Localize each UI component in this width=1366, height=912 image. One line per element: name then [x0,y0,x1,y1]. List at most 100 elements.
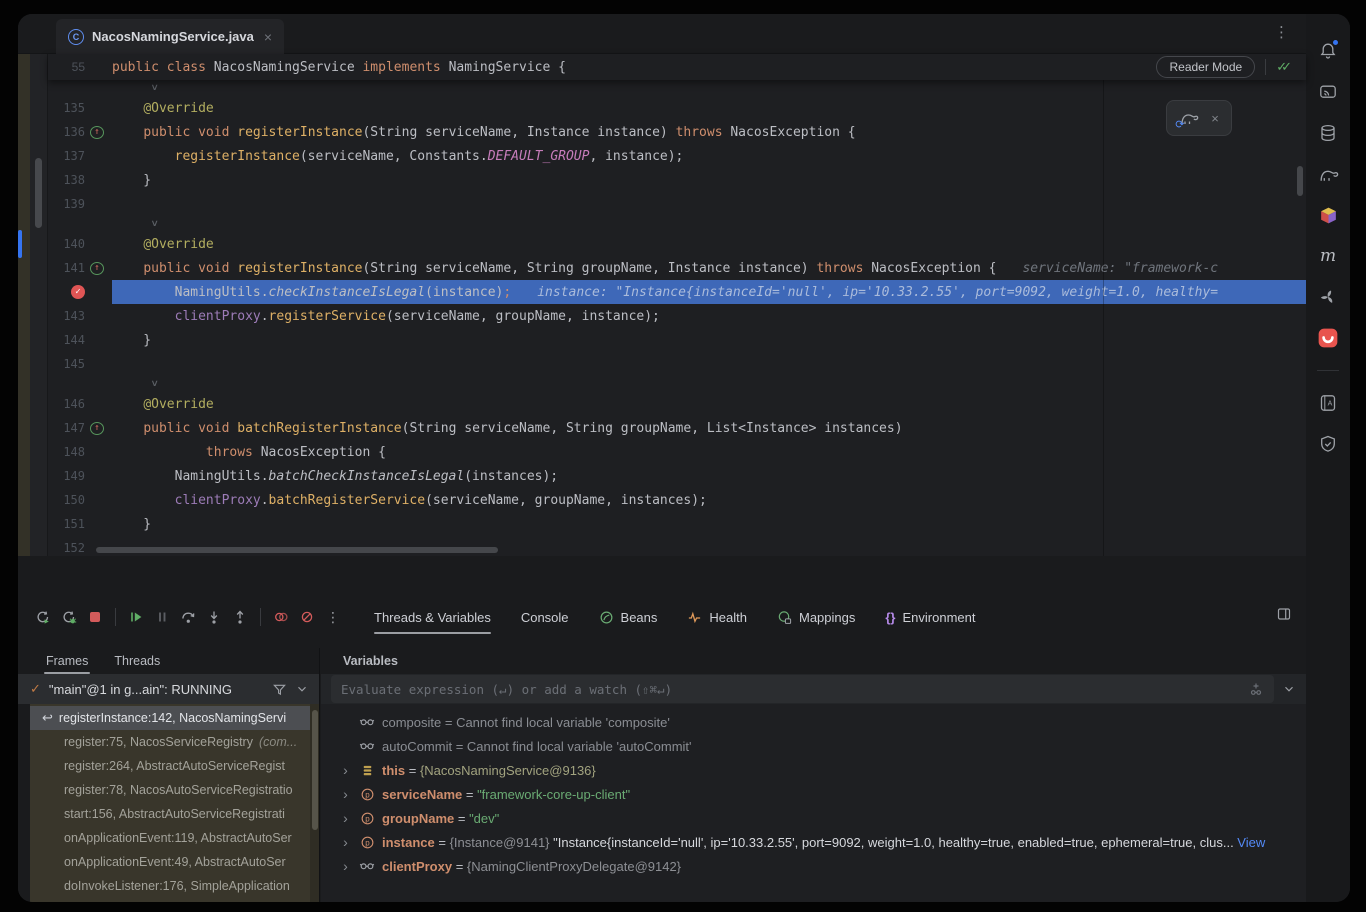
code-lines[interactable]: ∨ 135 @Override136↑ public void registerI… [48,80,1306,556]
gradle-sync-popup[interactable]: ⟳ × [1166,100,1232,136]
inlay-collapse-icon[interactable]: ∨ [151,219,159,229]
red-plugin-icon[interactable] [1317,327,1339,349]
dictionary-icon[interactable]: A [1317,392,1339,414]
line-number[interactable]: 146 [59,397,85,411]
stop-button[interactable] [82,604,108,630]
popup-close-icon[interactable]: × [1211,111,1219,126]
thread-chevron-down-icon[interactable] [295,682,309,696]
code-line[interactable]: 147↑ public void batchRegisterInstance(S… [48,416,1306,440]
line-number[interactable]: 150 [59,493,85,507]
tab-beans[interactable]: Beans [599,600,658,634]
line-number[interactable]: 137 [59,149,85,163]
tab-console[interactable]: Console [521,600,569,634]
tab-mappings[interactable]: Mappings [777,600,855,634]
code-editor[interactable]: 55 public class NacosNamingService imple… [18,54,1306,556]
stack-frame-row[interactable]: register:264, AbstractAutoServiceRegist [30,754,319,778]
expand-chevron-icon[interactable]: › [339,859,352,873]
variable-row[interactable]: composite = Cannot find local variable '… [321,710,1306,734]
breakpoint-icon[interactable]: ✓ [71,285,85,299]
tab-threads[interactable]: Threads [114,648,160,674]
pause-button[interactable] [149,604,175,630]
resume-button[interactable] [123,604,149,630]
maven-icon[interactable]: m [1317,245,1339,267]
tab-threads-variables[interactable]: Threads & Variables [374,600,491,634]
stack-frame-row[interactable]: invokeListener:166, SimpleApplicationE [30,898,319,902]
toolbar-more-icon[interactable]: ⋮ [320,604,346,630]
code-line[interactable]: 145 [48,352,1306,376]
cast-icon[interactable] [1317,81,1339,103]
line-number[interactable]: 149 [59,469,85,483]
variable-row[interactable]: ›pserviceName = "framework-core-up-clien… [321,782,1306,806]
inlay-collapse-icon[interactable]: ∨ [151,83,159,93]
code-line[interactable]: 143 clientProxy.registerService(serviceN… [48,304,1306,328]
code-line[interactable]: 140 @Override [48,232,1306,256]
editor-hscrollbar-thumb[interactable] [96,547,498,553]
expand-chevron-icon[interactable]: › [339,811,352,825]
code-line[interactable]: 144 } [48,328,1306,352]
evaluate-chevron-down-icon[interactable] [1282,682,1296,696]
line-number[interactable]: 143 [59,309,85,323]
code-line[interactable]: 146 @Override [48,392,1306,416]
view-link[interactable]: View [1237,835,1265,850]
expand-chevron-icon[interactable]: › [339,787,352,801]
stack-frames-list[interactable]: ↩registerInstance:142, NacosNamingServir… [30,704,319,902]
layout-settings-icon[interactable] [1276,606,1292,622]
stack-frame-row[interactable]: onApplicationEvent:49, AbstractAutoSer [30,850,319,874]
mute-breakpoints-button[interactable] [294,604,320,630]
editor-tab[interactable]: C NacosNamingService.java × [56,19,284,54]
line-number[interactable]: 135 [59,101,85,115]
step-into-button[interactable] [201,604,227,630]
stack-frame-row[interactable]: register:78, NacosAutoServiceRegistratio [30,778,319,802]
line-number[interactable]: 144 [59,333,85,347]
variable-row[interactable]: ›clientProxy = {NamingClientProxyDelegat… [321,854,1306,878]
code-line[interactable]: 135 @Override [48,96,1306,120]
code-line[interactable]: 141↑ public void registerInstance(String… [48,256,1306,280]
stack-frame-row[interactable]: start:156, AbstractAutoServiceRegistrati [30,802,319,826]
code-line[interactable]: 148 throws NacosException { [48,440,1306,464]
line-number[interactable]: 138 [59,173,85,187]
package-icon[interactable] [1317,204,1339,226]
database-icon[interactable] [1317,122,1339,144]
variables-list[interactable]: composite = Cannot find local variable '… [321,704,1306,902]
window-more-menu-icon[interactable]: ⋮ [1274,23,1290,41]
override-marker-icon[interactable]: ↑ [90,422,104,435]
inspections-ok-icon[interactable]: ✓✓ [1276,59,1292,75]
line-number[interactable]: 151 [59,517,85,531]
reader-mode-button[interactable]: Reader Mode [1156,56,1255,78]
step-over-button[interactable] [175,604,201,630]
evaluate-expression-input[interactable]: Evaluate expression (↵) or add a watch (… [331,675,1274,703]
variable-row[interactable]: autoCommit = Cannot find local variable … [321,734,1306,758]
line-number[interactable]: 136 [59,125,85,139]
rerun-button[interactable] [30,604,56,630]
expand-chevron-icon[interactable]: › [339,835,352,849]
line-number[interactable]: 148 [59,445,85,459]
code-line[interactable]: 139 [48,192,1306,216]
variable-row[interactable]: ›pinstance = {Instance@9141} "Instance{i… [321,830,1306,854]
inlay-collapse-icon[interactable]: ∨ [151,379,159,389]
add-watch-icon[interactable] [1248,681,1274,697]
code-line[interactable]: 150 clientProxy.batchRegisterService(ser… [48,488,1306,512]
code-line[interactable]: 149 NamingUtils.batchCheckInstanceIsLega… [48,464,1306,488]
line-number[interactable]: 147 [59,421,85,435]
variable-row[interactable]: ›this = {NacosNamingService@9136} [321,758,1306,782]
line-number[interactable]: 145 [59,357,85,371]
pinwheel-icon[interactable] [1317,286,1339,308]
tab-environment[interactable]: {} Environment [885,600,975,634]
expand-chevron-icon[interactable]: › [339,763,352,777]
code-line[interactable]: 136↑ public void registerInstance(String… [48,120,1306,144]
shield-icon[interactable] [1317,433,1339,455]
gradle-icon[interactable] [1317,163,1339,185]
rerun-debug-button[interactable] [56,604,82,630]
tab-frames[interactable]: Frames [46,648,88,674]
view-breakpoints-button[interactable] [268,604,294,630]
code-line[interactable]: 138 } [48,168,1306,192]
step-out-button[interactable] [227,604,253,630]
stack-frame-row[interactable]: register:75, NacosServiceRegistry (com..… [30,730,319,754]
line-number[interactable]: 141 [59,261,85,275]
editor-vscrollbar-thumb[interactable] [1297,166,1303,196]
filter-funnel-icon[interactable] [272,682,287,697]
tab-close-icon[interactable]: × [264,29,272,45]
frames-scrollbar[interactable] [310,704,319,902]
frames-scrollbar-thumb[interactable] [312,710,318,830]
line-number[interactable]: 139 [59,197,85,211]
